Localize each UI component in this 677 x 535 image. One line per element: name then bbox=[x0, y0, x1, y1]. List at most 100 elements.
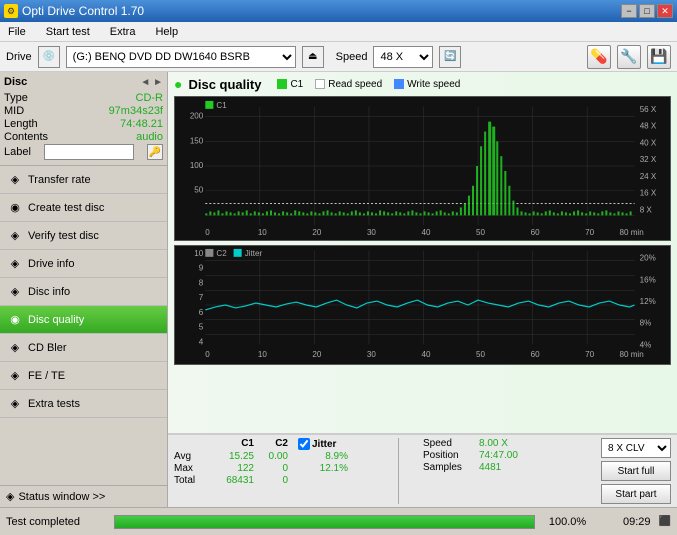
disc-nav-arrows[interactable]: ◄ ► bbox=[140, 77, 163, 88]
c1-col-header: C1 bbox=[214, 438, 254, 450]
save-button[interactable]: 💾 bbox=[647, 45, 671, 69]
disc-label-label: Label bbox=[4, 146, 31, 158]
total-label: Total bbox=[174, 475, 210, 486]
svg-text:7: 7 bbox=[199, 293, 204, 302]
erase-button[interactable]: 💊 bbox=[587, 45, 611, 69]
main-layout: Disc ◄ ► Type CD-R MID 97m34s23f Length … bbox=[0, 72, 677, 507]
speed-stat-label: Speed bbox=[423, 438, 475, 449]
sidebar-item-cd-bler-label: CD Bler bbox=[28, 342, 67, 354]
disc-label-input[interactable] bbox=[44, 144, 134, 160]
menu-help[interactable]: Help bbox=[151, 24, 182, 40]
c2-jitter-chart: 10 9 8 7 6 5 4 20% 16% 12% 8% 4% bbox=[174, 245, 671, 365]
svg-text:50: 50 bbox=[476, 350, 486, 359]
resize-handle[interactable]: ⬛ bbox=[659, 516, 671, 527]
svg-text:0: 0 bbox=[205, 350, 210, 359]
sidebar-item-disc-quality[interactable]: ◉ Disc quality bbox=[0, 306, 167, 334]
svg-text:4%: 4% bbox=[640, 340, 652, 349]
sidebar-item-create-test-disc[interactable]: ◉ Create test disc bbox=[0, 194, 167, 222]
svg-text:10: 10 bbox=[258, 350, 268, 359]
status-window-label: Status window >> bbox=[18, 491, 105, 503]
c2-avg: 0.00 bbox=[258, 451, 288, 462]
svg-text:16%: 16% bbox=[640, 275, 656, 284]
sidebar-item-drive-info-label: Drive info bbox=[28, 258, 74, 270]
disc-mid-value: 97m34s23f bbox=[109, 105, 163, 117]
write-speed-legend-dot bbox=[394, 79, 404, 89]
start-full-button[interactable]: Start full bbox=[601, 461, 671, 481]
svg-text:6: 6 bbox=[199, 308, 204, 317]
sidebar-item-disc-info[interactable]: ◈ Disc info bbox=[0, 278, 167, 306]
sidebar-item-verify-test-disc[interactable]: ◈ Verify test disc bbox=[0, 222, 167, 250]
samples-stat-label: Samples bbox=[423, 462, 475, 473]
menu-file[interactable]: File bbox=[4, 24, 30, 40]
sidebar-item-extra-tests[interactable]: ◈ Extra tests bbox=[0, 390, 167, 418]
disc-contents-value: audio bbox=[136, 131, 163, 143]
sidebar-item-verify-test-disc-label: Verify test disc bbox=[28, 230, 99, 242]
c2-jitter-chart-svg: 10 9 8 7 6 5 4 20% 16% 12% 8% 4% bbox=[175, 246, 670, 364]
svg-text:70: 70 bbox=[585, 350, 595, 359]
jitter-checkbox[interactable] bbox=[298, 438, 310, 450]
read-speed-legend-dot bbox=[315, 79, 325, 89]
svg-text:56 X: 56 X bbox=[640, 105, 657, 114]
menu-extra[interactable]: Extra bbox=[106, 24, 140, 40]
sidebar-item-fe-te[interactable]: ◈ FE / TE bbox=[0, 362, 167, 390]
disc-panel: Disc ◄ ► Type CD-R MID 97m34s23f Length … bbox=[0, 72, 167, 166]
svg-text:200: 200 bbox=[190, 112, 204, 121]
sidebar-item-drive-info[interactable]: ◈ Drive info bbox=[0, 250, 167, 278]
svg-text:C2: C2 bbox=[216, 249, 227, 258]
transfer-rate-icon: ◈ bbox=[8, 173, 22, 187]
refresh-button[interactable]: 🔄 bbox=[439, 46, 461, 68]
title-bar: ⚙ Opti Drive Control 1.70 − □ ✕ bbox=[0, 0, 677, 22]
menu-start-test[interactable]: Start test bbox=[42, 24, 94, 40]
start-part-button[interactable]: Start part bbox=[601, 484, 671, 504]
status-window-bar[interactable]: ◈ Status window >> bbox=[0, 485, 167, 507]
svg-text:70: 70 bbox=[585, 228, 595, 237]
disc-contents-label: Contents bbox=[4, 131, 48, 143]
max-label: Max bbox=[174, 463, 210, 474]
svg-text:24 X: 24 X bbox=[640, 172, 657, 181]
sidebar-item-transfer-rate[interactable]: ◈ Transfer rate bbox=[0, 166, 167, 194]
minimize-button[interactable]: − bbox=[621, 4, 637, 18]
sidebar: Disc ◄ ► Type CD-R MID 97m34s23f Length … bbox=[0, 72, 168, 507]
jitter-avg: 8.9% bbox=[298, 451, 348, 462]
svg-text:Jitter: Jitter bbox=[245, 249, 263, 258]
disc-quality-panel: ● Disc quality C1 Read speed Write speed bbox=[168, 72, 677, 434]
disc-quality-title: Disc quality bbox=[188, 77, 261, 92]
clv-select[interactable]: 8 X CLV bbox=[601, 438, 671, 458]
c2-total: 0 bbox=[258, 475, 288, 486]
speed-select[interactable]: 48 X bbox=[373, 46, 433, 68]
svg-text:4: 4 bbox=[199, 337, 204, 346]
c1-chart: 200 150 100 50 56 X 48 X 40 X 32 X 24 X … bbox=[174, 96, 671, 241]
drive-select[interactable]: (G:) BENQ DVD DD DW1640 BSRB bbox=[66, 46, 296, 68]
sidebar-item-transfer-rate-label: Transfer rate bbox=[28, 174, 91, 186]
svg-text:10: 10 bbox=[194, 249, 204, 258]
svg-text:40: 40 bbox=[421, 228, 431, 237]
read-speed-legend-label: Read speed bbox=[328, 79, 382, 90]
avg-label: Avg bbox=[174, 451, 210, 462]
status-bar: Test completed 100.0% 09:29 ⬛ bbox=[0, 507, 677, 535]
svg-text:5: 5 bbox=[199, 323, 204, 332]
sidebar-item-cd-bler[interactable]: ◈ CD Bler bbox=[0, 334, 167, 362]
svg-text:60: 60 bbox=[531, 228, 541, 237]
drive-icon-btn[interactable]: 💿 bbox=[38, 46, 60, 68]
fe-te-icon: ◈ bbox=[8, 369, 22, 383]
svg-text:150: 150 bbox=[190, 136, 204, 145]
close-button[interactable]: ✕ bbox=[657, 4, 673, 18]
disc-info-icon: ◈ bbox=[8, 285, 22, 299]
disc-label-icon-btn[interactable]: 🔑 bbox=[147, 144, 163, 160]
svg-text:20: 20 bbox=[312, 228, 322, 237]
svg-text:8 X: 8 X bbox=[640, 205, 653, 214]
stats-bar: C1 C2 Jitter Avg 15.25 0.00 8.9% Max 122 bbox=[168, 434, 677, 507]
maximize-button[interactable]: □ bbox=[639, 4, 655, 18]
disc-type-label: Type bbox=[4, 92, 28, 104]
position-stat-value: 74:47.00 bbox=[479, 450, 518, 461]
status-text: Test completed bbox=[6, 516, 106, 528]
svg-text:12%: 12% bbox=[640, 297, 656, 306]
settings-button[interactable]: 🔧 bbox=[617, 45, 641, 69]
toolbar: Drive 💿 (G:) BENQ DVD DD DW1640 BSRB ⏏ S… bbox=[0, 42, 677, 72]
nav-list: ◈ Transfer rate ◉ Create test disc ◈ Ver… bbox=[0, 166, 167, 485]
cd-bler-icon: ◈ bbox=[8, 341, 22, 355]
status-time: 09:29 bbox=[601, 516, 651, 528]
app-icon: ⚙ bbox=[4, 4, 18, 18]
eject-button[interactable]: ⏏ bbox=[302, 46, 324, 68]
svg-text:C1: C1 bbox=[216, 101, 227, 110]
